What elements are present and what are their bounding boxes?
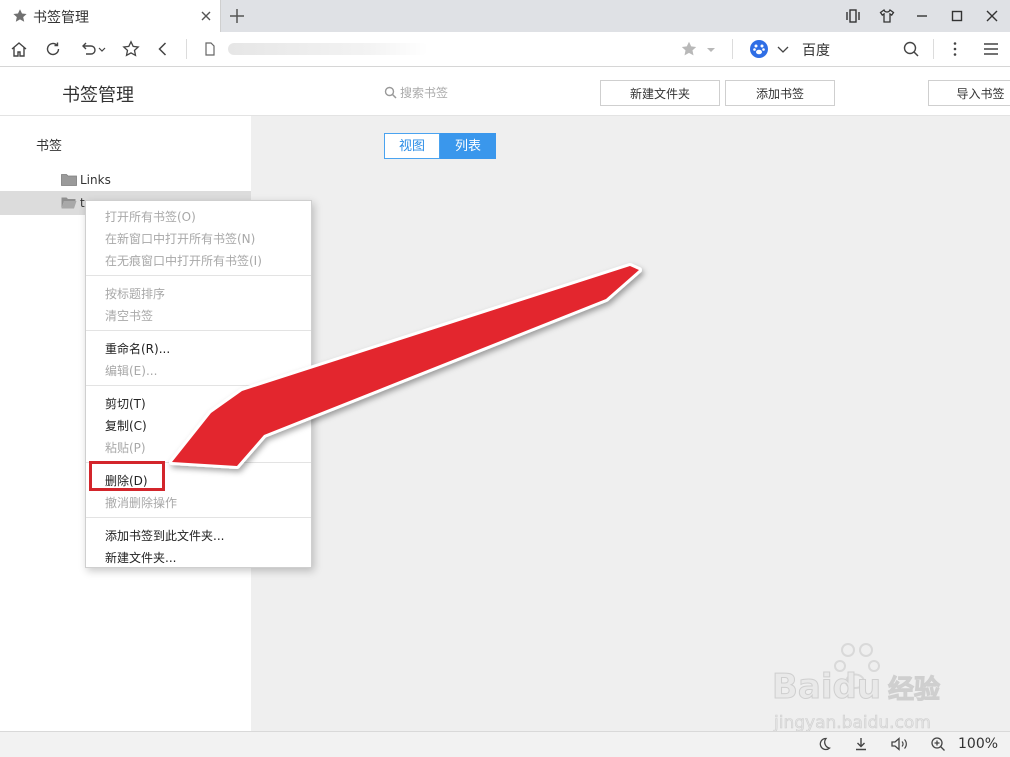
list-mode-button[interactable]: 列表	[440, 133, 497, 159]
menu-item-undo-delete[interactable]: 撤消删除操作	[105, 494, 177, 511]
toolbar-divider	[933, 39, 934, 59]
toolbar-divider	[186, 39, 187, 59]
menu-item-open-all-new-window[interactable]: 在新窗口中打开所有书签(N)	[105, 230, 255, 247]
skin-shirt-icon[interactable]	[879, 8, 895, 24]
folder-context-menu: 打开所有书签(O) 在新窗口中打开所有书签(N) 在无痕窗口中打开所有书签(I)…	[85, 200, 312, 568]
search-icon	[384, 86, 397, 99]
folder-icon	[61, 174, 77, 186]
add-bookmark-button[interactable]: 添加书签	[725, 80, 835, 106]
volume-icon[interactable]	[890, 736, 910, 752]
tree-item-label: Links	[80, 173, 111, 187]
sidebar-toggle-icon[interactable]	[845, 8, 861, 24]
menu-item-clear[interactable]: 清空书签	[105, 307, 153, 324]
tree-item-label: t	[80, 196, 85, 210]
watermark-brand: Baidu	[772, 667, 881, 707]
menu-item-sort-by-title[interactable]: 按标题排序	[105, 285, 165, 302]
menu-separator	[86, 385, 311, 386]
night-mode-moon-icon[interactable]	[816, 736, 832, 752]
zoom-level[interactable]: 100%	[958, 736, 998, 752]
menu-icon[interactable]	[982, 40, 1000, 58]
menu-separator	[86, 517, 311, 518]
new-tab-icon[interactable]	[228, 7, 246, 25]
watermark-url: jingyan.baidu.com	[773, 713, 931, 733]
toolbar-divider	[732, 39, 733, 59]
chevron-down-icon[interactable]	[776, 40, 790, 58]
star-icon	[13, 9, 27, 22]
status-bar: 100%	[0, 731, 1010, 757]
view-mode-toggle: 视图 列表	[384, 133, 497, 159]
page-icon	[205, 42, 215, 56]
menu-item-new-folder[interactable]: 新建文件夹...	[105, 549, 176, 566]
menu-item-open-all[interactable]: 打开所有书签(O)	[105, 208, 196, 225]
zoom-in-icon[interactable]	[930, 736, 946, 752]
tab-bar: 书签管理	[0, 0, 1010, 32]
close-window-icon[interactable]	[984, 8, 1000, 24]
tab-title: 书签管理	[33, 10, 89, 26]
bookmark-search-input[interactable]	[400, 84, 560, 102]
back-icon[interactable]	[154, 40, 172, 58]
menu-item-copy[interactable]: 复制(C)	[105, 417, 147, 434]
view-mode-button[interactable]: 视图	[384, 133, 441, 159]
watermark-suffix: 经验	[888, 674, 940, 705]
menu-item-edit[interactable]: 编辑(E)...	[105, 362, 157, 379]
download-icon[interactable]	[853, 736, 869, 752]
bookmark-content-area: 视图 列表	[251, 116, 1010, 731]
page-title: 书签管理	[62, 85, 134, 106]
bookmark-star-icon[interactable]	[680, 40, 698, 58]
annotation-highlight-box	[89, 461, 165, 491]
bookmark-manager-header: 书签管理 新建文件夹 添加书签 导入书签	[0, 67, 1010, 116]
bookmark-dropdown-icon[interactable]	[705, 40, 717, 58]
new-folder-button[interactable]: 新建文件夹	[600, 80, 720, 106]
menu-item-open-all-incognito[interactable]: 在无痕窗口中打开所有书签(I)	[105, 252, 262, 269]
maximize-icon[interactable]	[949, 8, 965, 24]
menu-separator	[86, 330, 311, 331]
import-bookmarks-button[interactable]: 导入书签	[928, 80, 1010, 106]
undo-dropdown-chevron-icon[interactable]	[97, 40, 107, 58]
favorites-star-icon[interactable]	[122, 40, 140, 58]
refresh-icon[interactable]	[44, 40, 62, 58]
menu-item-paste[interactable]: 粘贴(P)	[105, 439, 146, 456]
menu-item-rename[interactable]: 重命名(R)...	[105, 340, 170, 357]
search-icon[interactable]	[902, 40, 920, 58]
close-tab-icon[interactable]	[198, 8, 214, 24]
navigation-bar: 百度	[0, 32, 1010, 67]
address-url[interactable]	[228, 43, 428, 55]
search-engine-name[interactable]: 百度	[802, 40, 830, 60]
tree-root-label[interactable]: 书签	[36, 135, 62, 154]
menu-separator	[86, 275, 311, 276]
undo-icon[interactable]	[80, 40, 98, 58]
tree-item-links[interactable]: Links	[0, 168, 251, 192]
minimize-icon[interactable]	[914, 8, 930, 24]
tab-bookmark-manager[interactable]: 书签管理	[0, 0, 221, 32]
baidu-jingyan-watermark: Baidu 经验 jingyan.baidu.com	[772, 643, 941, 733]
folder-open-icon	[61, 197, 77, 209]
menu-item-add-bookmark-to-folder[interactable]: 添加书签到此文件夹...	[105, 527, 224, 544]
more-vertical-icon[interactable]	[946, 40, 964, 58]
baidu-paw-icon[interactable]	[750, 40, 768, 58]
home-icon[interactable]	[10, 40, 28, 58]
menu-item-cut[interactable]: 剪切(T)	[105, 395, 146, 412]
